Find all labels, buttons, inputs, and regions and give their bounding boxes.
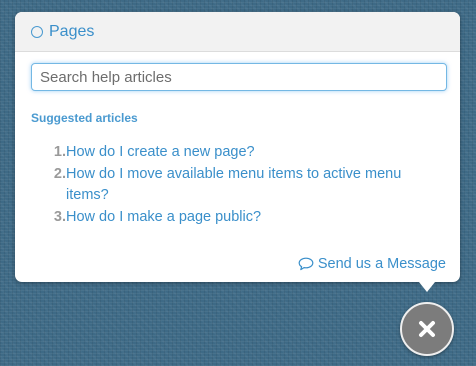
article-link[interactable]: How do I make a page public? [66, 207, 261, 228]
article-number: 3. [53, 209, 66, 225]
search-input[interactable] [31, 63, 447, 91]
widget-title: Pages [49, 22, 95, 40]
article-number: 2. [53, 166, 66, 182]
article-number: 1. [53, 144, 66, 160]
list-item: 1. How do I create a new page? [47, 142, 440, 163]
help-widget: Pages Suggested articles 1. How do I cre… [15, 12, 460, 282]
list-item: 2. How do I move available menu items to… [47, 164, 440, 206]
list-item: 3. How do I make a page public? [47, 207, 440, 228]
search-container [15, 52, 460, 91]
article-list: 1. How do I create a new page? 2. How do… [15, 142, 460, 228]
article-link[interactable]: How do I move available menu items to ac… [66, 164, 440, 206]
article-link[interactable]: How do I create a new page? [66, 142, 255, 163]
send-message-label: Send us a Message [317, 256, 446, 272]
suggested-articles-heading: Suggested articles [31, 111, 138, 125]
circle-icon [31, 25, 43, 38]
speech-bubble-icon [298, 257, 314, 271]
widget-header: Pages [15, 12, 460, 52]
close-icon [419, 321, 435, 337]
close-button[interactable] [400, 302, 454, 356]
send-message-link[interactable]: Send us a Message [298, 256, 446, 272]
widget-pointer [419, 282, 435, 292]
